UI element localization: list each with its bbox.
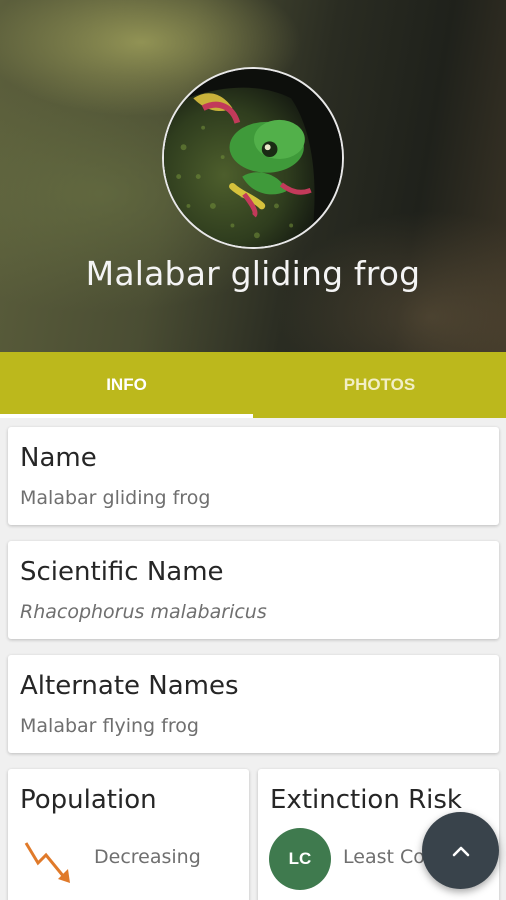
hero-header: Malabar gliding frog xyxy=(0,0,506,352)
frog-photo-icon xyxy=(164,69,342,247)
scroll-to-top-button[interactable] xyxy=(422,812,499,889)
population-value: Decreasing xyxy=(94,846,201,868)
scientific-name-card: Scientific Name Rhacophorus malabaricus xyxy=(8,541,499,639)
alternate-names-title: Alternate Names xyxy=(20,671,239,701)
extinction-risk-title: Extinction Risk xyxy=(270,785,462,815)
name-card-value: Malabar gliding frog xyxy=(20,487,211,509)
scientific-name-title: Scientific Name xyxy=(20,557,224,587)
species-photo[interactable] xyxy=(162,67,344,249)
name-card: Name Malabar gliding frog xyxy=(8,427,499,525)
alternate-names-card: Alternate Names Malabar flying frog xyxy=(8,655,499,753)
species-title: Malabar gliding frog xyxy=(85,254,421,293)
trend-down-icon xyxy=(24,842,70,883)
alternate-names-value: Malabar flying frog xyxy=(20,715,199,737)
tab-bar: INFO PHOTOS xyxy=(0,352,506,418)
population-card: Population Decreasing xyxy=(8,769,249,900)
tab-photos[interactable]: PHOTOS xyxy=(253,352,506,418)
scientific-name-value: Rhacophorus malabaricus xyxy=(20,601,267,623)
risk-status-badge: LC xyxy=(269,828,331,890)
population-title: Population xyxy=(20,785,157,815)
chevron-up-icon xyxy=(452,846,469,856)
tab-info[interactable]: INFO xyxy=(0,352,253,418)
name-card-title: Name xyxy=(20,443,97,473)
